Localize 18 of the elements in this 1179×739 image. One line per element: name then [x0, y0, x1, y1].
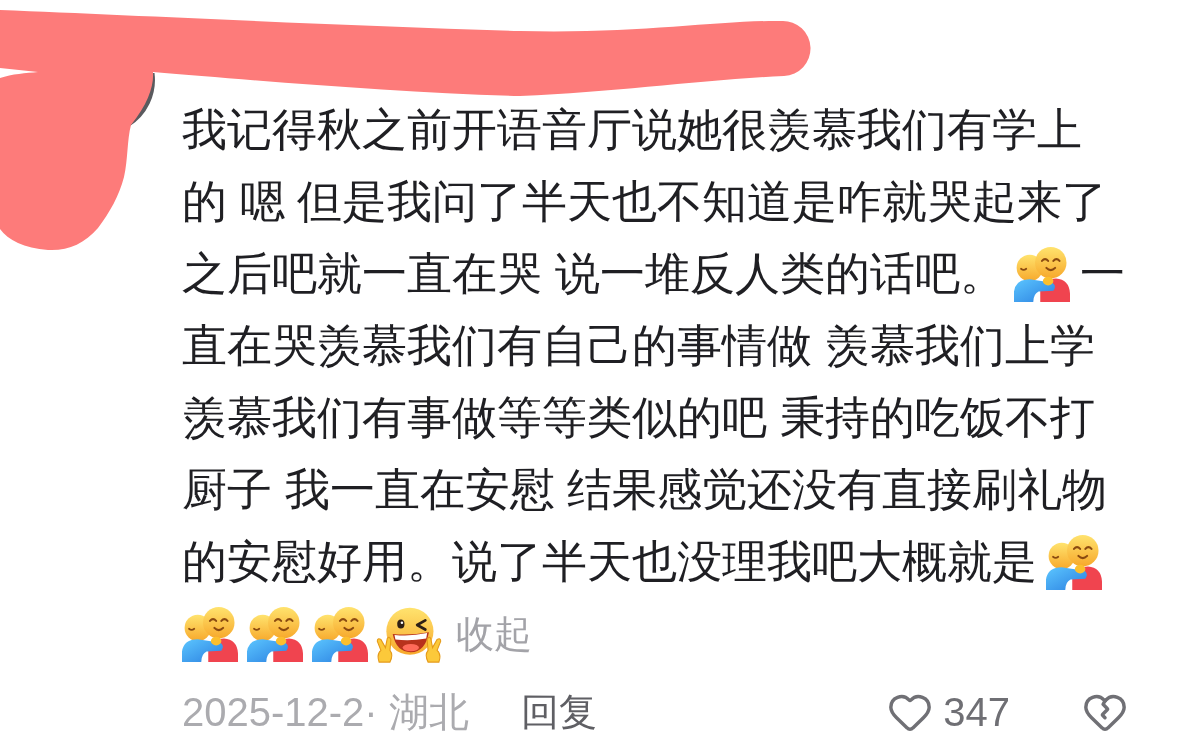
collapse-link[interactable]: 收起	[456, 598, 532, 670]
comment-text: 的 嗯 但是我问了半天也不知道是咋就哭起来了	[182, 175, 1107, 229]
comment-text: 我记得秋之前开语音厅说她很羡慕我们有学上	[182, 103, 1082, 157]
hugging-emoji-icon	[182, 606, 238, 662]
reply-button[interactable]: 回复	[520, 683, 597, 739]
hugging-emoji-icon	[247, 606, 303, 662]
comment-text: 一	[1079, 247, 1125, 301]
hugging-emoji-icon	[1046, 534, 1102, 590]
hugging-emoji-icon	[1013, 246, 1070, 302]
comment-date-location: 2025-12-2· 湖北	[182, 689, 469, 736]
comment-text: 直在哭羡慕我们有自己的事情做 羡慕我们上学	[182, 319, 1095, 373]
laughing-wink-emoji-icon	[376, 605, 442, 663]
comment-text: 羡慕我们有事做等等类似的吧 秉持的吃饭不打	[182, 391, 1095, 445]
comment-text: 厨子 我一直在安慰 结果感觉还没有直接刷礼物	[182, 463, 1107, 517]
comment-text: 的安慰好用。说了半天也没理我吧大概就是	[182, 535, 1037, 589]
like-button[interactable]: 347	[887, 682, 1010, 739]
hugging-emoji-icon	[312, 606, 368, 662]
comment-text: 之后吧就一直在哭 说一堆反人类的话吧。	[182, 247, 1005, 301]
